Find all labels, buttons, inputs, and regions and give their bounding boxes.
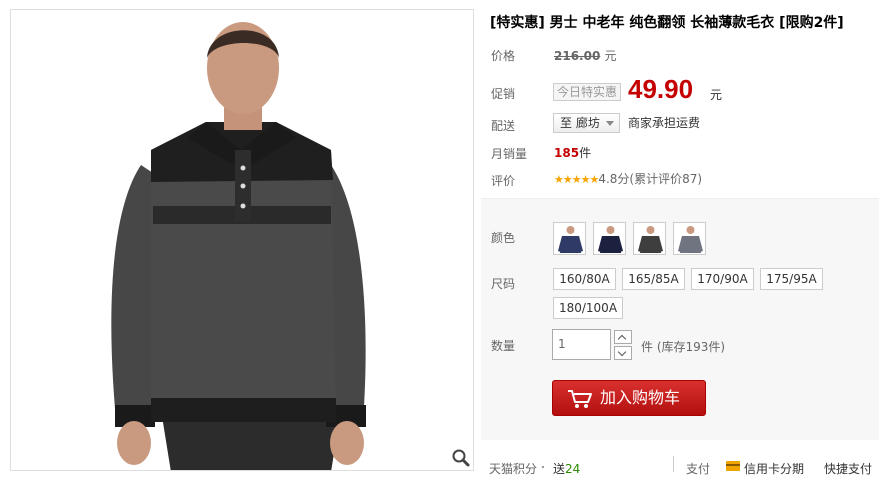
product-photo (11, 10, 473, 470)
product-main-image[interactable] (10, 9, 474, 471)
shipping-label: 配送 (491, 119, 516, 133)
points-label: 天猫积分 (489, 462, 538, 476)
color-swatch-charcoal[interactable] (633, 222, 666, 255)
sales-unit: 件 (579, 146, 592, 160)
divider (673, 456, 674, 472)
dark-navy-sweater-thumb (594, 223, 625, 254)
quantity-input[interactable]: 1 (552, 329, 611, 360)
size-option[interactable]: 175/95A (760, 268, 823, 290)
color-swatch-dark-navy[interactable] (593, 222, 626, 255)
credit-card-icon (726, 461, 740, 471)
points-prefix: 送 (553, 462, 566, 476)
stepper-down-icon[interactable] (614, 346, 632, 360)
rating[interactable]: ★★★★★4.8分(累计评价87) (554, 170, 702, 187)
promo-label: 促销 (491, 87, 516, 101)
cart-icon (568, 390, 592, 408)
size-option[interactable]: 170/90A (691, 268, 754, 290)
size-option[interactable]: 160/80A (553, 268, 616, 290)
original-price-unit: 元 (604, 49, 617, 63)
points-value: 送24 (553, 460, 580, 477)
price-label: 价格 (491, 49, 516, 63)
color-label: 颜色 (491, 231, 516, 245)
add-to-cart-label: 加入购物车 (600, 388, 681, 407)
rating-label: 评价 (491, 174, 516, 188)
quantity-label: 数量 (491, 339, 516, 353)
stock-info: 件 (库存193件) (641, 338, 725, 355)
sales-count: 185 (554, 146, 580, 160)
divider (542, 466, 544, 468)
monthly-sales: 185件 (554, 144, 591, 161)
charcoal-sweater-thumb (634, 223, 665, 254)
promo-price-unit: 元 (710, 88, 723, 102)
add-to-cart-button[interactable]: 加入购物车 (552, 380, 706, 416)
stepper-up-icon[interactable] (614, 330, 632, 344)
shipping-destination-select[interactable]: 至 廊坊 (553, 113, 620, 133)
size-label: 尺码 (491, 277, 516, 291)
points-amount: 24 (565, 462, 581, 476)
zoom-icon[interactable] (451, 448, 471, 468)
pay-label: 支付 (686, 462, 711, 476)
size-option[interactable]: 180/100A (553, 297, 623, 319)
promo-price: 49.90 (628, 74, 694, 104)
shipping-destination: 至 廊坊 (560, 116, 600, 130)
promo-tag: 今日特实惠 (553, 83, 622, 101)
navy-sweater-thumb (554, 223, 585, 254)
quantity-unit: 件 (641, 340, 654, 354)
color-swatch-navy[interactable] (553, 222, 586, 255)
stock-count: (库存193件) (656, 340, 726, 354)
quick-pay-link[interactable]: 快捷支付 (824, 460, 872, 477)
size-option[interactable]: 165/85A (622, 268, 685, 290)
original-price: 216.00 元 (554, 47, 617, 64)
product-title: [特实惠] 男士 中老年 纯色翻领 长袖薄款毛衣 [限购2件] (490, 15, 844, 31)
gray-sweater-thumb (674, 223, 705, 254)
color-swatch-gray[interactable] (673, 222, 706, 255)
chevron-down-icon (606, 121, 614, 126)
rating-stars: ★★★★★ (554, 173, 599, 186)
rating-score: 4.8分(累计评价87) (598, 172, 703, 186)
credit-installment-link[interactable]: 信用卡分期 (744, 460, 804, 477)
original-price-value: 216.00 (554, 49, 601, 63)
sales-label: 月销量 (491, 147, 528, 161)
shipping-note: 商家承担运费 (628, 116, 701, 130)
